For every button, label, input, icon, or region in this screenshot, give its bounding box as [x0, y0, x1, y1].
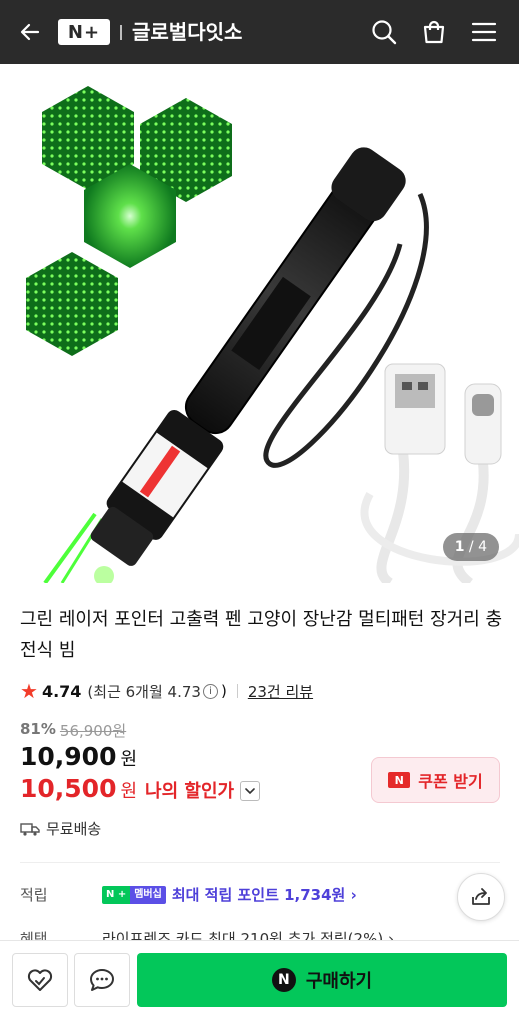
star-icon: ★ [20, 679, 38, 703]
discount-row: 81% 56,900원 [20, 720, 126, 741]
product-image-gallery[interactable]: 1 / 4 [0, 64, 519, 583]
section-divider [20, 862, 500, 863]
discount-percent: 81% [20, 720, 56, 738]
buy-label: 구매하기 [305, 971, 373, 992]
recent-rating: (최근 6개월 4.73 [87, 682, 201, 701]
sale-detail-toggle[interactable] [240, 781, 261, 801]
max-points-text[interactable]: 최대 적립 포인트 1,734원 › [172, 884, 357, 905]
back-arrow-icon [20, 23, 40, 41]
sale-unit: 원 [120, 781, 138, 802]
price-row: 10,900 원 [20, 742, 137, 771]
talk-talk-button[interactable] [74, 953, 130, 1007]
product-photo [26, 86, 519, 583]
top-header: N+ 글로벌다잇소 [0, 0, 519, 64]
original-price: 56,900원 [59, 722, 127, 740]
points-row[interactable]: 적립 N + 멤버십 최대 적립 포인트 1,734원 › [20, 884, 500, 905]
sale-price: 10,500 [20, 774, 117, 803]
search-icon [372, 20, 397, 45]
current-price: 10,900 [20, 742, 117, 771]
rating-separator [236, 684, 238, 698]
cart-button[interactable] [418, 16, 450, 48]
membership-badge-label: 멤버십 [130, 885, 166, 904]
bottom-action-bar: N 구매하기 [0, 940, 519, 1024]
review-count-link[interactable]: 23건 리뷰 [248, 681, 313, 702]
menu-button[interactable] [468, 16, 500, 48]
sale-price-row: 10,500 원 나의 할인가 [20, 774, 261, 803]
info-icon[interactable]: i [202, 683, 218, 699]
naver-pay-icon: N [271, 968, 296, 992]
menu-icon [471, 22, 497, 42]
chevron-down-icon [245, 788, 255, 795]
product-title: 그린 레이저 포인터 고출력 펜 고양이 장난감 멀티패턴 장거리 충전식 빔 [20, 609, 503, 661]
points-label: 적립 [20, 886, 48, 904]
naver-plus-logo[interactable]: N+ [58, 19, 110, 45]
share-icon [472, 888, 490, 905]
shipping-label: 무료배송 [46, 820, 102, 838]
membership-badge: N + 멤버십 [102, 885, 166, 904]
chat-icon [90, 969, 114, 991]
share-button[interactable] [457, 873, 505, 921]
truck-icon [20, 822, 40, 836]
image-counter-current: 1 [454, 539, 465, 555]
wishlist-button[interactable] [12, 953, 68, 1007]
heart-icon [27, 969, 53, 991]
image-counter: 1 / 4 [442, 533, 499, 561]
sale-label: 나의 할인가 [145, 781, 235, 802]
coupon-logo: N [388, 772, 411, 788]
search-button[interactable] [368, 16, 400, 48]
membership-badge-n: N + [102, 885, 131, 904]
image-counter-separator: / [464, 539, 479, 555]
shipping-row: 무료배송 [20, 818, 101, 839]
header-divider [120, 25, 122, 40]
price-unit: 원 [120, 749, 138, 770]
rating-row: ★ 4.74 (최근 6개월 4.73 i ) 23건 리뷰 [20, 680, 313, 702]
image-counter-total: 4 [478, 539, 487, 555]
coupon-label: 쿠폰 받기 [418, 772, 483, 791]
buy-button[interactable]: N 구매하기 [137, 953, 507, 1007]
back-button[interactable] [14, 16, 46, 48]
store-name[interactable]: 글로벌다잇소 [132, 17, 242, 47]
rating-value: 4.74 [41, 681, 82, 701]
shopping-bag-icon [423, 20, 445, 44]
coupon-button[interactable]: N 쿠폰 받기 [371, 757, 500, 803]
recent-rating-close: ) [220, 682, 227, 700]
